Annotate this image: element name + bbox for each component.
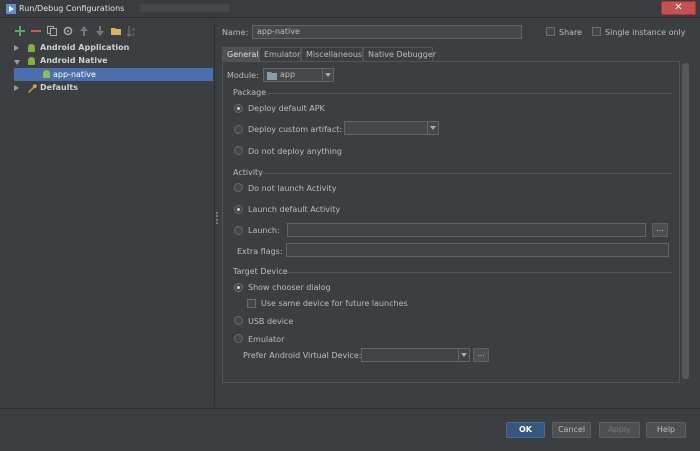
tab-general[interactable]: General [222,47,259,61]
copy-icon[interactable] [46,25,58,37]
splitter-handle[interactable] [216,212,218,224]
do-not-launch-radio[interactable] [234,183,243,192]
ok-button[interactable]: OK [506,422,545,438]
launch-activity-input[interactable] [287,223,646,237]
package-group-border [268,93,672,94]
share-checkbox[interactable] [546,27,555,36]
launch-label: Launch: [248,226,280,235]
extra-flags-label: Extra flags: [237,247,283,256]
collapse-arrow-icon[interactable] [14,60,20,65]
title-bar: Run/Debug Configurations ✕ [0,0,700,18]
move-down-icon[interactable] [94,25,106,37]
activity-group-border [262,173,672,174]
dialog-button-bar [0,408,700,451]
share-label: Share [559,28,583,37]
tree-item-app-native[interactable]: app-native [14,68,213,81]
avd-browse-button[interactable]: ... [473,348,489,362]
add-icon[interactable] [14,25,26,37]
remove-icon[interactable] [30,25,42,37]
window-title: Run/Debug Configurations [19,4,125,13]
title-ghost-text [140,4,230,12]
activity-group-title: Activity [233,168,263,177]
deploy-custom-artifact-radio[interactable] [234,125,243,134]
chevron-down-icon[interactable] [322,69,333,81]
single-instance-label: Single instance only [605,28,686,37]
same-device-label: Use same device for future launches [261,299,408,308]
usb-device-label: USB device [248,317,294,326]
module-label: Module: [227,71,259,80]
android-icon [28,57,35,65]
single-instance-checkbox[interactable] [592,27,601,36]
tree-item-android-native[interactable]: Android Native [14,55,204,68]
run-debug-icon [6,4,16,14]
chevron-down-icon[interactable] [427,122,438,134]
settings-icon[interactable] [62,25,74,37]
deploy-custom-artifact-label: Deploy custom artifact: [248,125,343,134]
emulator-radio[interactable] [234,334,243,343]
launch-radio[interactable] [234,226,243,235]
show-chooser-radio[interactable] [234,283,243,292]
android-icon [43,70,50,78]
folder-icon[interactable] [110,25,122,37]
prefer-avd-label: Prefer Android Virtual Device: [243,351,362,360]
name-input[interactable]: app-native [252,25,522,39]
tree-item-defaults[interactable]: Defaults [14,82,204,95]
custom-artifact-select[interactable] [344,121,439,135]
launch-browse-button[interactable]: ... [652,223,668,237]
show-chooser-label: Show chooser dialog [248,283,331,292]
tree-item-android-application[interactable]: Android Application [14,42,204,55]
avd-select[interactable] [361,348,470,362]
tab-native-debugger[interactable]: Native Debugger [363,47,436,61]
tab-emulator[interactable]: Emulator [259,47,301,61]
cancel-button[interactable]: Cancel [552,422,591,438]
chevron-down-icon[interactable] [458,349,469,361]
launch-default-activity-label: Launch default Activity [248,205,341,214]
expand-arrow-icon[interactable] [14,45,19,51]
deploy-default-apk-radio[interactable] [234,104,243,113]
target-device-group-border [287,272,672,273]
do-not-deploy-label: Do not deploy anything [248,147,342,156]
same-device-checkbox[interactable] [247,299,256,308]
deploy-default-apk-label: Deploy default APK [248,104,325,113]
emulator-label: Emulator [248,335,285,344]
sort-icon[interactable]: az [126,25,138,37]
module-select[interactable]: app [263,68,334,82]
tab-miscellaneous[interactable]: Miscellaneous [301,47,363,61]
help-button[interactable]: Help [646,422,686,438]
android-icon [28,44,35,52]
module-value: app [280,70,296,79]
package-group-title: Package [233,88,267,97]
move-up-icon[interactable] [78,25,90,37]
close-button[interactable]: ✕ [661,1,696,15]
apply-button[interactable]: Apply [599,422,640,438]
expand-arrow-icon[interactable] [14,85,19,91]
do-not-launch-label: Do not launch Activity [248,184,337,193]
target-device-group-title: Target Device [233,267,288,276]
launch-default-activity-radio[interactable] [234,205,243,214]
svg-text:z: z [132,32,135,37]
usb-device-radio[interactable] [234,316,243,325]
scrollbar-thumb[interactable] [682,63,689,379]
do-not-deploy-radio[interactable] [234,146,243,155]
wrench-icon [28,84,37,93]
extra-flags-input[interactable] [286,243,669,257]
module-folder-icon [267,71,277,80]
name-label: Name: [222,28,249,37]
